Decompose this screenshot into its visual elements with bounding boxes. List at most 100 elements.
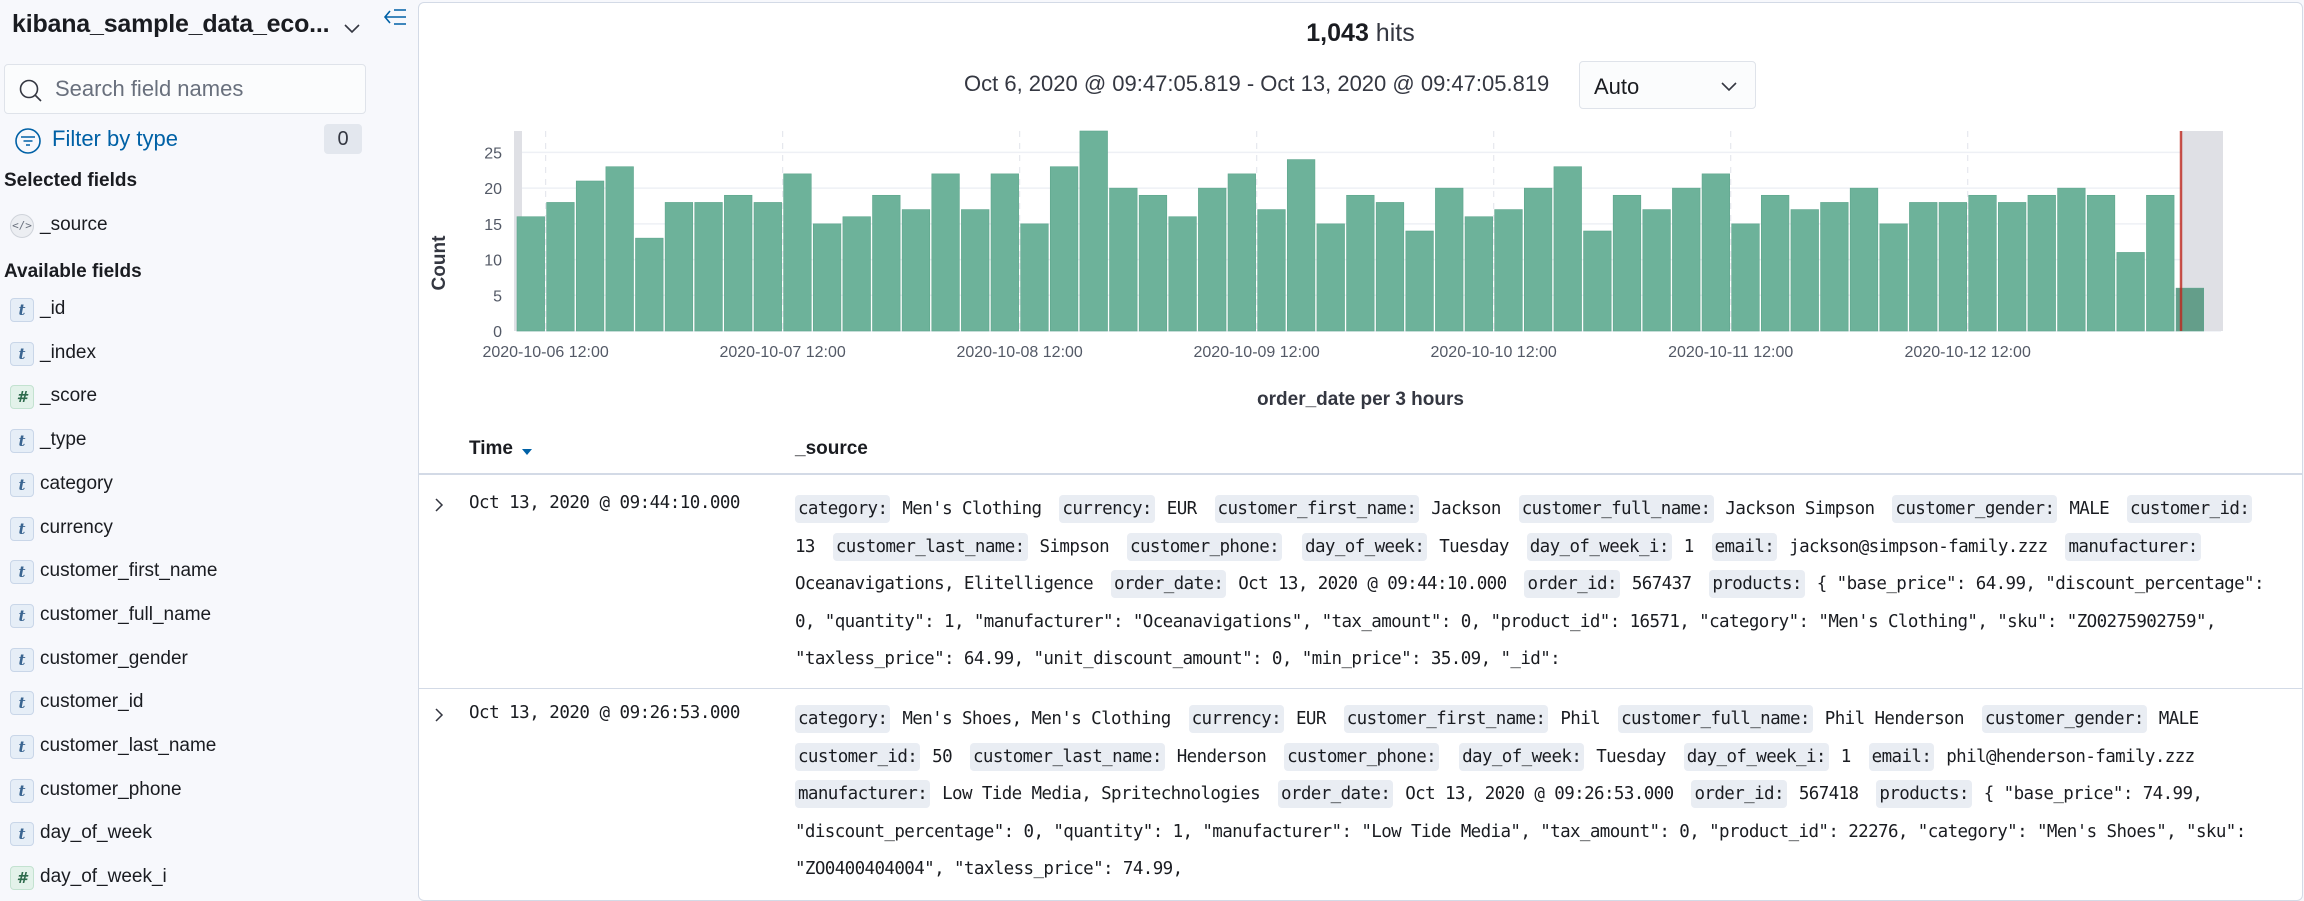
field-name: _index (40, 341, 96, 363)
histogram-bar[interactable] (2057, 187, 2086, 332)
histogram-bar[interactable] (724, 194, 753, 332)
filter-by-type-label: Filter by type (52, 126, 178, 151)
histogram-bar[interactable] (1049, 166, 1079, 332)
histogram-bar[interactable] (1375, 202, 1405, 332)
histogram-bar[interactable] (1701, 173, 1730, 332)
source-field-value: Oceanavigations, Elitelligence (795, 574, 1094, 594)
histogram-bar[interactable] (575, 180, 605, 332)
histogram-bar[interactable] (1642, 209, 1671, 332)
source-field-key: category: (795, 705, 891, 733)
histogram-bar[interactable] (1731, 223, 1760, 332)
histogram-bar[interactable] (1612, 194, 1642, 332)
histogram-bar[interactable] (1168, 216, 1197, 332)
histogram-bar[interactable] (1998, 202, 2027, 332)
field-item[interactable]: </> _source (10, 212, 390, 242)
y-tick-label: 5 (493, 288, 502, 305)
histogram-bar[interactable] (1938, 202, 1967, 332)
histogram-bar[interactable] (901, 209, 931, 332)
field-item[interactable]: t customer_id (10, 689, 390, 719)
histogram-bar[interactable] (1820, 202, 1849, 332)
source-field-key: category: (795, 495, 891, 523)
histogram-bar[interactable] (872, 194, 901, 332)
source-field-value: MALE (2059, 499, 2110, 519)
histogram-bar[interactable] (1079, 130, 1108, 332)
field-search[interactable] (4, 64, 366, 114)
column-header-time[interactable]: Time (469, 438, 513, 460)
x-tick-label: 2020-10-10 12:00 (1431, 344, 1557, 361)
histogram-bar[interactable] (1849, 187, 1879, 332)
search-field-names-input[interactable] (55, 65, 355, 113)
field-item[interactable]: # day_of_week_i (10, 864, 390, 894)
histogram-bar[interactable] (1553, 166, 1582, 332)
histogram-bar[interactable] (1523, 187, 1553, 332)
histogram-bar[interactable] (1672, 187, 1701, 332)
histogram-bar[interactable] (1909, 202, 1938, 332)
histogram-bar[interactable] (2146, 194, 2175, 332)
histogram-bar[interactable] (1316, 223, 1345, 332)
histogram-bar[interactable] (546, 202, 575, 332)
source-type-icon: </> (10, 214, 34, 238)
histogram-bar[interactable] (664, 202, 694, 332)
histogram-bar[interactable] (990, 173, 1019, 332)
histogram-bar[interactable] (1968, 194, 1997, 332)
string-type-icon: t (10, 429, 34, 454)
histogram-bar[interactable] (694, 202, 723, 332)
histogram-bar[interactable] (1790, 209, 1819, 332)
histogram-bar[interactable] (1464, 216, 1493, 332)
histogram-bar[interactable] (1109, 187, 1138, 332)
field-item[interactable]: # _score (10, 383, 390, 413)
field-name: day_of_week_i (40, 866, 167, 888)
histogram-bar[interactable] (605, 166, 634, 332)
source-field-key: customer_full_name: (1518, 495, 1714, 523)
histogram-bar[interactable] (931, 173, 960, 332)
field-item[interactable]: t day_of_week (10, 820, 390, 850)
field-item[interactable]: t customer_phone (10, 777, 390, 807)
histogram-bar[interactable] (2027, 194, 2056, 332)
sort-descending-icon[interactable] (521, 448, 533, 456)
histogram-bar[interactable] (1879, 223, 1908, 332)
histogram-bar[interactable] (516, 216, 545, 332)
histogram-bar[interactable] (812, 223, 842, 332)
source-field-key: manufacturer: (2065, 532, 2201, 561)
source-field-value: 1 (1830, 746, 1852, 767)
field-name: _score (40, 385, 98, 407)
field-item[interactable]: t _id (10, 296, 390, 326)
expand-row-icon[interactable] (429, 703, 449, 727)
histogram-bar[interactable] (753, 202, 782, 332)
field-item[interactable]: t _type (10, 427, 390, 457)
field-item[interactable]: t category (10, 471, 390, 501)
histogram-bar[interactable] (1257, 209, 1286, 332)
y-axis-title: Count (429, 235, 450, 291)
histogram-bar[interactable] (1405, 230, 1434, 332)
histogram-bar[interactable] (1761, 194, 1790, 332)
field-item[interactable]: t customer_full_name (10, 602, 390, 632)
histogram-bar[interactable] (1494, 209, 1523, 332)
field-item[interactable]: t customer_last_name (10, 733, 390, 763)
field-item[interactable]: t currency (10, 515, 390, 545)
index-pattern-title[interactable]: kibana_sample_data_eco... (12, 10, 330, 39)
histogram-bar[interactable] (1583, 230, 1612, 332)
collapse-sidebar-icon[interactable] (382, 6, 408, 28)
chevron-down-icon[interactable] (340, 16, 364, 40)
interval-select[interactable]: Auto (1579, 61, 1756, 109)
string-type-icon: t (10, 560, 34, 585)
histogram-bar[interactable] (2116, 252, 2145, 332)
histogram-bar[interactable] (1346, 194, 1375, 332)
histogram-bar[interactable] (1435, 187, 1464, 332)
filter-by-type-button[interactable]: Filter by type 0 (14, 122, 362, 156)
histogram-bar[interactable] (1138, 194, 1168, 332)
histogram-chart[interactable]: 0 5 10 15 20 25 2020-10-06 12:00 2020-10-07 12… (419, 113, 2303, 423)
field-item[interactable]: t customer_first_name (10, 558, 390, 588)
histogram-bar[interactable] (1020, 223, 1049, 332)
histogram-bar[interactable] (635, 237, 664, 332)
histogram-bar[interactable] (783, 173, 812, 332)
histogram-bar[interactable] (2086, 194, 2116, 332)
histogram-bar[interactable] (1198, 187, 1227, 332)
expand-row-icon[interactable] (429, 493, 449, 517)
field-item[interactable]: t _index (10, 340, 390, 370)
histogram-bar[interactable] (961, 209, 990, 332)
field-item[interactable]: t customer_gender (10, 646, 390, 676)
histogram-bar[interactable] (842, 216, 871, 332)
histogram-bar[interactable] (1227, 173, 1256, 332)
histogram-bar[interactable] (1286, 159, 1316, 332)
